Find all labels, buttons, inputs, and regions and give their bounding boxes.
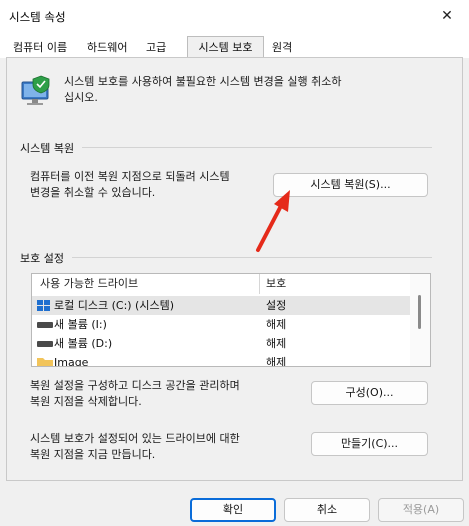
intro-line-1: 시스템 보호를 사용하여 불필요한 시스템 변경을 실행 취소하 bbox=[64, 75, 342, 88]
create-desc-line-1: 시스템 보호가 설정되어 있는 드라이브에 대한 bbox=[30, 432, 240, 445]
tab-advanced[interactable]: 고급 bbox=[146, 39, 166, 57]
configure-button[interactable]: 구성(O)... bbox=[311, 381, 428, 405]
table-row[interactable]: Image 해제 bbox=[32, 353, 410, 367]
intro-line-2: 십시오. bbox=[64, 91, 98, 104]
drive-protection-status: 해제 bbox=[266, 318, 287, 331]
ok-button[interactable]: 확인 bbox=[190, 498, 276, 522]
drive-name: 로컬 디스크 (C:) (시스템) bbox=[54, 299, 175, 312]
drive-name: 새 볼륨 (D:) bbox=[54, 337, 113, 350]
create-button[interactable]: 만들기(C)... bbox=[311, 432, 428, 456]
protection-group-label: 보호 설정 bbox=[20, 252, 64, 265]
tab-panel bbox=[6, 57, 463, 481]
close-icon[interactable]: ✕ bbox=[425, 0, 469, 32]
tab-hardware[interactable]: 하드웨어 bbox=[87, 39, 127, 57]
tab-system-protection[interactable]: 시스템 보호 bbox=[187, 36, 264, 58]
tab-strip: 컴퓨터 이름 하드웨어 고급 시스템 보호 원격 bbox=[0, 32, 469, 58]
apply-button[interactable]: 적용(A) bbox=[378, 498, 464, 522]
table-row[interactable]: 새 볼륨 (I:) 해제 bbox=[32, 315, 410, 334]
title-bar: 시스템 속성 ✕ bbox=[0, 0, 469, 32]
restore-group-divider bbox=[82, 147, 432, 148]
restore-group-label: 시스템 복원 bbox=[20, 142, 75, 155]
drive-list[interactable]: 사용 가능한 드라이브 보호 로컬 디스크 (C:) (시스템) 설정 새 볼륨… bbox=[31, 273, 431, 367]
drive-icon bbox=[37, 322, 53, 328]
tab-remote[interactable]: 원격 bbox=[272, 39, 292, 57]
column-header-drive[interactable]: 사용 가능한 드라이브 bbox=[40, 274, 138, 294]
drive-name: 새 볼륨 (I:) bbox=[54, 318, 107, 331]
scrollbar[interactable] bbox=[410, 274, 430, 366]
system-protection-icon bbox=[21, 75, 50, 105]
drive-name: Image bbox=[54, 356, 89, 367]
configure-desc-line-1: 복원 설정을 구성하고 디스크 공간을 관리하며 bbox=[30, 379, 240, 392]
folder-icon bbox=[37, 358, 53, 366]
table-row[interactable]: 새 볼륨 (D:) 해제 bbox=[32, 334, 410, 353]
column-header-protection[interactable]: 보호 bbox=[266, 274, 286, 294]
drive-protection-status: 해제 bbox=[266, 356, 287, 367]
drive-icon bbox=[37, 341, 53, 347]
tab-computer-name[interactable]: 컴퓨터 이름 bbox=[13, 39, 67, 57]
cancel-button[interactable]: 취소 bbox=[284, 498, 370, 522]
restore-desc-line-2: 변경을 취소할 수 있습니다. bbox=[30, 186, 156, 199]
drive-protection-status: 설정 bbox=[266, 299, 287, 312]
annotation-arrow-icon bbox=[256, 190, 290, 252]
create-desc-line-2: 복원 지점을 지금 만듭니다. bbox=[30, 448, 156, 461]
windows-drive-icon bbox=[37, 300, 50, 311]
protection-group-divider bbox=[72, 257, 432, 258]
table-row[interactable]: 로컬 디스크 (C:) (시스템) 설정 bbox=[32, 296, 410, 315]
scrollbar-thumb[interactable] bbox=[418, 295, 421, 329]
window-title: 시스템 속성 bbox=[9, 10, 66, 24]
restore-desc-line-1: 컴퓨터를 이전 복원 지점으로 되돌려 시스템 bbox=[30, 170, 230, 183]
column-header-divider bbox=[259, 274, 260, 294]
drive-protection-status: 해제 bbox=[266, 337, 287, 350]
configure-desc-line-2: 복원 지점을 삭제합니다. bbox=[30, 395, 142, 408]
